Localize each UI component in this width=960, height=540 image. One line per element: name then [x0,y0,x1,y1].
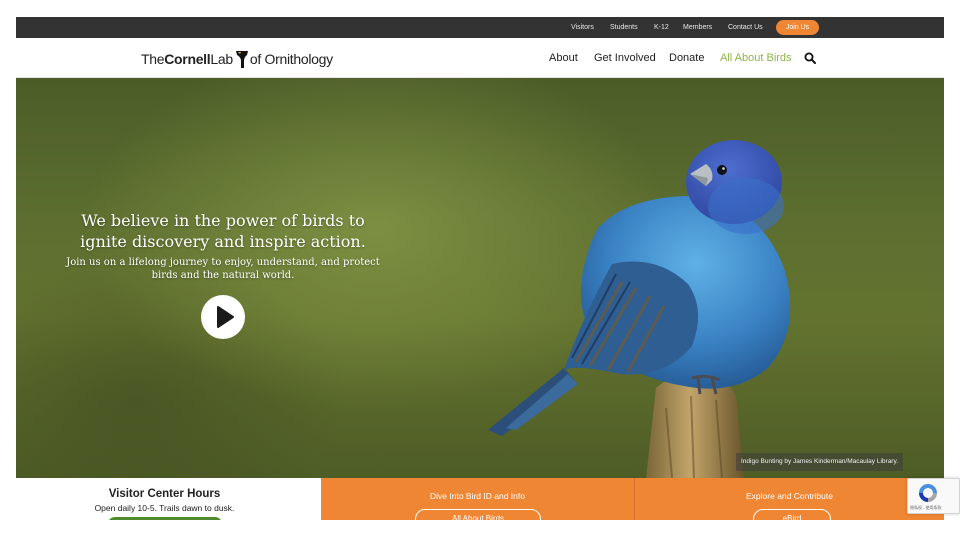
logo-bird-icon [235,51,248,68]
nav-get-involved[interactable]: Get Involved [594,52,656,65]
utility-link-visitors[interactable]: Visitors [571,23,594,32]
nav-all-about-birds[interactable]: All About Birds [720,52,792,65]
all-about-birds-button[interactable]: All About Birds [415,509,541,520]
utility-link-members[interactable]: Members [683,23,712,32]
explore-contribute-panel: Explore and Contribute eBird [635,478,944,520]
ebird-button[interactable]: eBird [753,509,831,520]
bird-id-title: Dive Into Bird ID and Info [430,491,525,501]
explore-title: Explore and Contribute [746,491,833,501]
logo-text-lab: Lab [210,51,233,67]
logo-text-cornell: Cornell [164,51,211,67]
page: Visitors Students K-12 Members Contact U… [0,0,960,540]
logo-text-ornithology: of Ornithology [249,51,333,67]
utility-link-contact[interactable]: Contact Us [728,23,763,32]
visitor-info-button[interactable] [108,517,222,520]
cornell-lab-logo[interactable]: The Cornell Lab of Ornithology [141,49,333,69]
bird-id-panel: Dive Into Bird ID and Info All About Bir… [321,478,634,520]
logo-text-the: The [141,51,165,67]
utility-link-students[interactable]: Students [610,23,638,32]
play-video-button[interactable] [201,295,245,339]
visitor-center-hours: Open daily 10-5. Trails dawn to dusk. [94,503,235,513]
hero-subheading: Join us on a lifelong journey to enjoy, … [66,257,380,281]
visitor-center-title: Visitor Center Hours [108,488,221,500]
search-icon[interactable] [804,52,816,64]
utility-link-k12[interactable]: K-12 [654,23,669,32]
recaptcha-terms-text[interactable]: 隐私权 - 使用条款 [910,505,959,511]
hero-heading: We believe in the power of birds to igni… [80,211,366,251]
nav-donate[interactable]: Donate [669,52,704,65]
main-nav: The Cornell Lab of Ornithology About Get… [16,38,944,78]
visitor-center-panel: Visitor Center Hours Open daily 10-5. Tr… [16,478,321,520]
play-icon [217,306,234,328]
hero-banner: We believe in the power of birds to igni… [16,78,944,478]
join-us-button[interactable]: Join Us [776,20,819,35]
utility-bar: Visitors Students K-12 Members Contact U… [16,17,944,38]
nav-about[interactable]: About [549,52,578,65]
photo-credit: Indigo Bunting by James Kinderman/Macaul… [736,453,904,471]
browser-viewport: Visitors Students K-12 Members Contact U… [16,17,944,520]
recaptcha-icon [919,484,937,502]
recaptcha-badge[interactable]: 隐私权 - 使用条款 [907,478,960,514]
feature-panels: Visitor Center Hours Open daily 10-5. Tr… [16,478,944,520]
